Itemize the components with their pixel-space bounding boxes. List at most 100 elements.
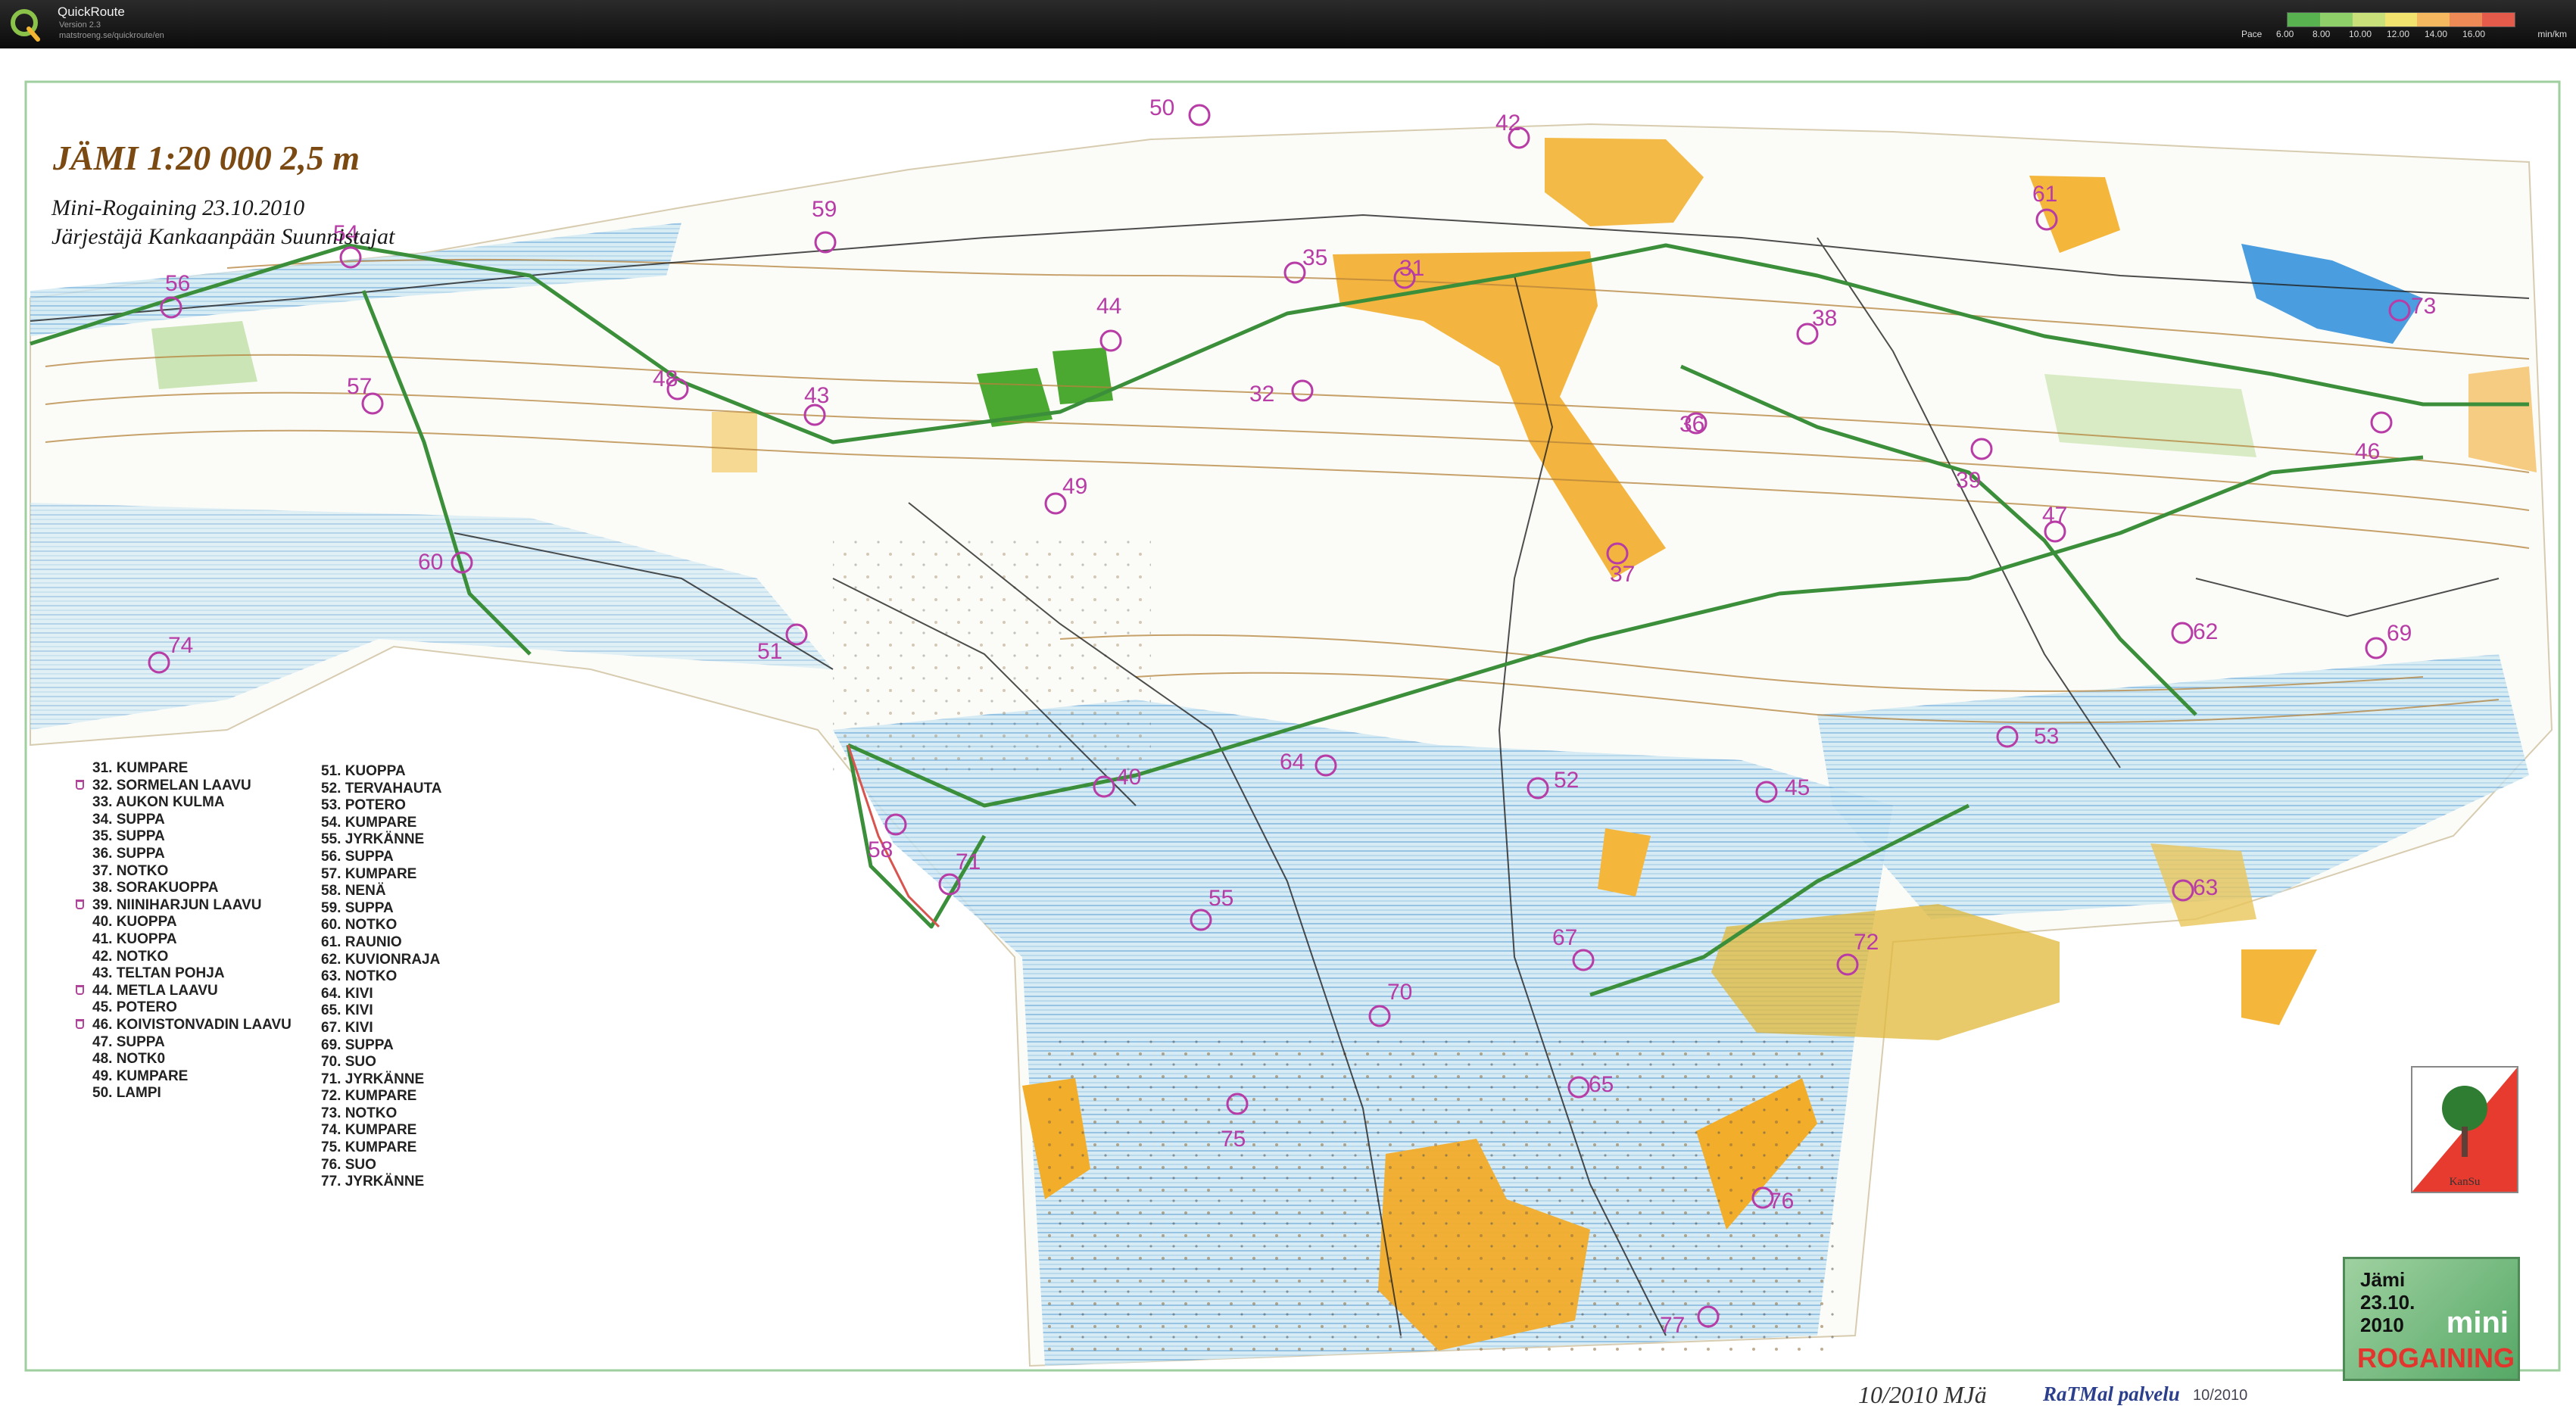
club-logo: KanSu xyxy=(2411,1066,2518,1193)
control-legend-name: KUMPARE xyxy=(345,1139,417,1156)
control-legend-item: 32. SORMELAN LAAVU xyxy=(76,777,292,795)
green-area xyxy=(1053,348,1113,404)
control-legend-number: 40. xyxy=(92,914,113,931)
control-number: 58 xyxy=(868,837,893,862)
control-legend-number: 34. xyxy=(92,811,113,828)
control-legend-item: 54. KUMPARE xyxy=(321,815,441,832)
control-legend-number: 44. xyxy=(92,982,113,999)
control-legend-number: 37. xyxy=(92,862,113,879)
control-legend-number: 75. xyxy=(321,1139,341,1156)
control-legend-item: 50. LAMPI xyxy=(92,1085,292,1102)
control-legend-name: KUOPPA xyxy=(116,931,177,947)
control-legend-name: METLA LAAVU xyxy=(116,982,218,999)
shelter-icon xyxy=(76,984,84,995)
control-legend-item: 37. NOTKO xyxy=(92,863,292,881)
control-number: 51 xyxy=(757,639,782,664)
control-legend-name: KIVI xyxy=(345,1002,373,1019)
app-title-bar: QuickRoute Version 2.3 matstroeng.se/qui… xyxy=(0,0,2576,48)
control-legend-name: KIVI xyxy=(345,1019,373,1036)
map-footer-author: 10/2010 MJä xyxy=(1858,1381,1987,1408)
control-legend-number: 50. xyxy=(92,1085,113,1102)
control-legend-item: 52. TERVAHAUTA xyxy=(321,781,441,798)
control-number: 48 xyxy=(653,366,678,391)
control-number: 72 xyxy=(1854,930,1879,955)
map-canvas[interactable]: 31 32 35 36 37 38 39 40 42 43 44 45 46 4… xyxy=(0,48,2576,1408)
control-legend-item: 47. SUPPA xyxy=(92,1034,292,1052)
event-logo-date: 23.10. xyxy=(2360,1291,2415,1314)
app-name: QuickRoute xyxy=(58,5,125,19)
control-legend-item: 38. SORAKUOPPA xyxy=(92,880,292,897)
control-number: 67 xyxy=(1552,925,1577,950)
control-legend-number: 58. xyxy=(321,883,341,899)
control-legend-number: 70. xyxy=(321,1054,341,1071)
control-legend-number: 65. xyxy=(321,1002,341,1019)
control-legend-name: NOTK0 xyxy=(116,1051,166,1068)
control-legend-number: 73. xyxy=(321,1105,341,1121)
pace-color-segment xyxy=(2482,13,2515,26)
control-number: 37 xyxy=(1610,562,1635,587)
control-legend-item: 56. SUPPA xyxy=(321,849,441,866)
control-number: 70 xyxy=(1387,980,1412,1005)
pace-color-segment xyxy=(2319,13,2353,26)
control-number: 65 xyxy=(1589,1072,1614,1097)
control-number: 62 xyxy=(2193,619,2218,644)
pace-color-segment xyxy=(2417,13,2450,26)
control-legend-name: KUOPPA xyxy=(345,763,406,779)
control-legend-number: 43. xyxy=(92,965,113,982)
control-legend-number: 31. xyxy=(92,760,113,776)
control-legend-number: 74. xyxy=(321,1122,341,1139)
control-number: 31 xyxy=(1399,256,1424,281)
control-circle xyxy=(1188,104,1211,126)
control-legend-name: NOTKO xyxy=(345,1105,398,1121)
control-legend-item: 76. SUO xyxy=(321,1157,441,1174)
control-legend-name: SUPPA xyxy=(116,845,165,862)
control-legend-name: NOTKO xyxy=(116,948,169,965)
control-number: 55 xyxy=(1208,886,1233,911)
control-legend-name: KUMPARE xyxy=(345,1088,417,1105)
control-legend-name: SUPPA xyxy=(345,899,394,916)
control-legend-number: 60. xyxy=(321,917,341,934)
control-legend-number: 59. xyxy=(321,899,341,916)
event-logo-place: Jämi xyxy=(2360,1268,2406,1291)
pace-tick: 12.00 xyxy=(2387,29,2410,39)
control-legend-name: SUPPA xyxy=(345,848,394,865)
control-legend-number: 41. xyxy=(92,931,113,947)
control-legend-item: 57. KUMPARE xyxy=(321,866,441,884)
control-legend-name: NIINIHARJUN LAAVU xyxy=(116,896,262,913)
rough-open xyxy=(712,412,757,472)
control-number: 38 xyxy=(1812,306,1837,331)
control-legend-name: NOTKO xyxy=(345,968,398,985)
pace-color-segment xyxy=(2450,13,2483,26)
control-legend-item: 42. NOTKO xyxy=(92,949,292,966)
control-legend-name: TERVAHAUTA xyxy=(345,780,442,796)
control-legend-item: 65. KIVI xyxy=(321,1002,441,1020)
pace-tick: 14.00 xyxy=(2425,29,2448,39)
club-name: KanSu xyxy=(2449,1176,2481,1188)
map-footer-date: 10/2010 xyxy=(2193,1387,2248,1404)
control-number: 39 xyxy=(1956,468,1981,493)
control-legend-item: 73. NOTKO xyxy=(321,1105,441,1123)
control-legend-number: 47. xyxy=(92,1033,113,1050)
control-legend-item: 49. KUMPARE xyxy=(92,1068,292,1086)
control-number: 76 xyxy=(1769,1189,1794,1214)
control-legend-number: 48. xyxy=(92,1051,113,1068)
control-legend-number: 38. xyxy=(92,880,113,896)
app-version: Version 2.3 xyxy=(59,20,101,30)
control-legend-number: 45. xyxy=(92,999,113,1016)
control-legend-col1: 31. KUMPARE 32. SORMELAN LAAVU 33. AUKON K… xyxy=(76,760,292,1102)
pace-tick: 10.00 xyxy=(2349,29,2372,39)
rough-open xyxy=(2468,366,2537,472)
control-legend-item: 53. POTERO xyxy=(321,797,441,815)
control-number: 52 xyxy=(1554,768,1579,793)
pace-tick: 6.00 xyxy=(2276,29,2294,39)
control-number: 71 xyxy=(956,849,981,874)
control-legend-name: SUO xyxy=(345,1156,376,1173)
pace-label: Pace xyxy=(2241,29,2263,39)
control-legend-item: 75. KUMPARE xyxy=(321,1139,441,1157)
control-legend-name: SUPPA xyxy=(116,1033,165,1050)
control-number: 61 xyxy=(2032,182,2057,207)
control-legend-name: NENÄ xyxy=(345,883,386,899)
shelter-icon xyxy=(76,779,84,790)
control-legend-number: 32. xyxy=(92,777,113,793)
control-legend-number: 61. xyxy=(321,934,341,950)
